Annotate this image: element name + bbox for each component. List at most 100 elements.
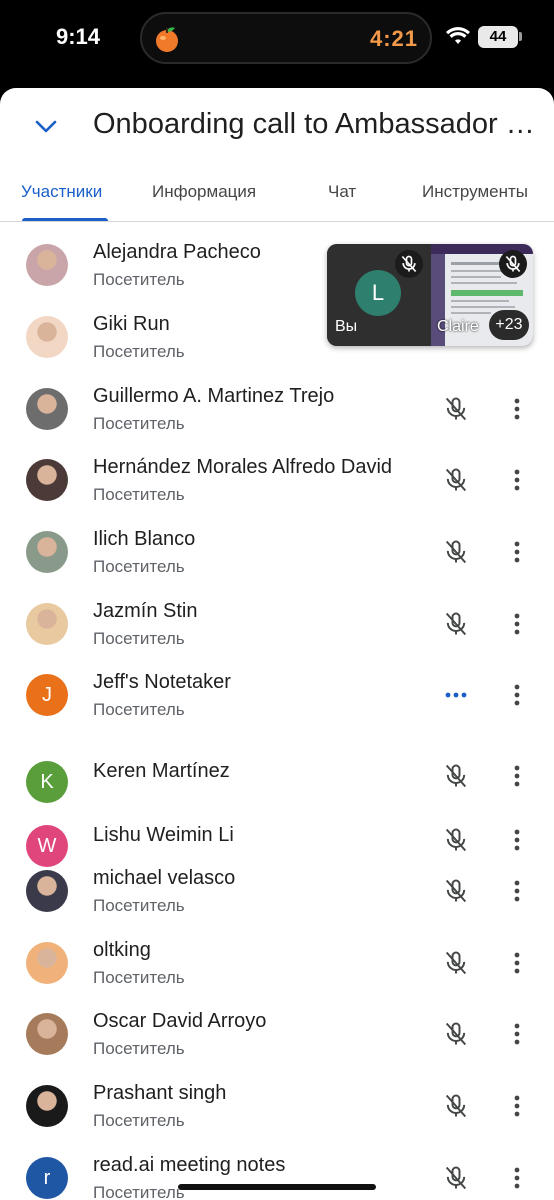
more-vert-icon[interactable] — [505, 826, 529, 854]
participant-name: Jazmín Stin — [93, 600, 198, 622]
participant-role: Посетитель — [93, 414, 185, 433]
avatar — [26, 1013, 68, 1055]
avatar — [26, 870, 68, 912]
tab-participants[interactable]: Участники — [21, 182, 102, 202]
mic-off-icon[interactable] — [442, 1092, 470, 1120]
participant-name: Oscar David Arroyo — [93, 1010, 267, 1032]
participant-role: Посетитель — [93, 342, 185, 361]
mic-off-icon[interactable] — [442, 826, 470, 854]
participant-row[interactable]: Ilich Blanco Посетитель — [0, 528, 554, 600]
participant-role: Посетитель — [93, 700, 185, 719]
participant-role: Посетитель — [93, 1039, 185, 1058]
video-pip[interactable]: L Вы Claire +23 — [327, 244, 533, 346]
avatar — [26, 459, 68, 501]
dynamic-island[interactable]: 4:21 — [140, 12, 432, 64]
participant-role: Посетитель — [93, 270, 185, 289]
participant-name: Lishu Weimin Li — [93, 824, 234, 846]
avatar — [26, 244, 68, 286]
participant-name: read.ai meeting notes — [93, 1154, 286, 1176]
mic-off-icon[interactable] — [442, 1164, 470, 1192]
shared-screen-tile: Claire +23 — [431, 244, 533, 346]
more-vert-icon[interactable] — [505, 681, 529, 709]
collapse-button[interactable] — [30, 110, 62, 142]
more-vert-icon[interactable] — [505, 1020, 529, 1048]
participant-role: Посетитель — [93, 557, 185, 576]
avatar: J — [26, 674, 68, 716]
wifi-icon — [446, 27, 470, 44]
mic-off-icon[interactable] — [442, 610, 470, 638]
participant-role: Посетитель — [93, 896, 185, 915]
participant-role: Посетитель — [93, 968, 185, 987]
participant-row[interactable]: Prashant singh Посетитель — [0, 1082, 554, 1154]
avatar — [26, 316, 68, 358]
others-count-badge[interactable]: +23 — [489, 310, 529, 340]
participant-row[interactable]: Oscar David Arroyo Посетитель — [0, 1010, 554, 1082]
meeting-title: Onboarding call to Ambassador Pr... — [93, 108, 554, 140]
mic-off-icon[interactable] — [442, 877, 470, 905]
status-bar: 9:14 4:21 44 — [0, 0, 554, 92]
participant-name: Hernández Morales Alfredo David — [93, 456, 393, 478]
avatar: W — [26, 825, 68, 867]
participant-name: oltking — [93, 939, 151, 961]
participant-name: Guillermo A. Martinez Trejo — [93, 385, 335, 407]
more-vert-icon[interactable] — [505, 538, 529, 566]
recording-timer: 4:21 — [369, 26, 418, 51]
status-time: 9:14 — [56, 24, 101, 49]
more-vert-icon[interactable] — [505, 395, 529, 423]
self-tile: L Вы — [327, 244, 431, 346]
tab-chat[interactable]: Чат — [328, 182, 356, 202]
header: Onboarding call to Ambassador Pr... — [0, 88, 554, 164]
mic-off-icon[interactable] — [442, 762, 470, 790]
tab-tools[interactable]: Инструменты — [422, 182, 528, 202]
more-vert-icon[interactable] — [505, 1092, 529, 1120]
participant-row[interactable]: michael velasco Посетитель — [0, 867, 554, 939]
mic-off-icon[interactable] — [442, 395, 470, 423]
participant-row[interactable]: oltking Посетитель — [0, 939, 554, 1011]
avatar: r — [26, 1157, 68, 1199]
more-vert-icon[interactable] — [505, 877, 529, 905]
chevron-down-icon — [35, 120, 57, 133]
mic-off-icon[interactable] — [442, 538, 470, 566]
avatar: K — [26, 761, 68, 803]
battery-tip — [519, 32, 522, 41]
participant-role: Посетитель — [93, 1111, 185, 1130]
self-label: Вы — [335, 318, 358, 335]
participant-role: Посетитель — [93, 485, 185, 504]
more-vert-icon[interactable] — [505, 762, 529, 790]
participant-row[interactable]: J Jeff's Notetaker Посетитель — [0, 671, 554, 743]
participant-name: Keren Martínez — [93, 760, 230, 782]
participant-row[interactable]: Guillermo A. Martinez Trejo Посетитель — [0, 385, 554, 457]
more-horizontal-icon[interactable] — [444, 681, 468, 709]
more-vert-icon[interactable] — [505, 610, 529, 638]
mic-off-icon — [499, 250, 527, 278]
tab-info[interactable]: Информация — [152, 182, 256, 202]
mic-off-icon — [395, 250, 423, 278]
participant-name: michael velasco — [93, 867, 236, 889]
mic-off-icon[interactable] — [442, 466, 470, 494]
more-vert-icon[interactable] — [505, 466, 529, 494]
participant-row[interactable]: r read.ai meeting notes Посетитель — [0, 1154, 554, 1200]
participant-name: Prashant singh — [93, 1082, 227, 1104]
battery-indicator: 44 — [478, 26, 518, 48]
participant-row[interactable]: K Keren Martínez — [0, 749, 554, 821]
participant-name: Jeff's Notetaker — [93, 671, 231, 693]
home-indicator[interactable] — [178, 1184, 376, 1190]
avatar — [26, 388, 68, 430]
mic-off-icon[interactable] — [442, 1020, 470, 1048]
avatar — [26, 1085, 68, 1127]
tangerine-app-icon — [156, 27, 178, 52]
participant-row[interactable]: Hernández Morales Alfredo David Посетител… — [0, 456, 554, 528]
participant-list[interactable]: Alejandra Pacheco Посетитель Giki Run Посет… — [0, 223, 554, 1200]
more-vert-icon[interactable] — [505, 1164, 529, 1192]
participant-name: Alejandra Pacheco — [93, 241, 261, 263]
avatar — [26, 531, 68, 573]
participant-role: Посетитель — [93, 629, 185, 648]
tab-active-indicator — [22, 218, 108, 221]
more-vert-icon[interactable] — [505, 949, 529, 977]
mic-off-icon[interactable] — [442, 949, 470, 977]
self-avatar: L — [355, 270, 401, 316]
participant-name: Ilich Blanco — [93, 528, 196, 550]
participant-role: Посетитель — [93, 1183, 185, 1200]
claire-label: Claire — [437, 318, 479, 335]
participant-row[interactable]: Jazmín Stin Посетитель — [0, 600, 554, 672]
